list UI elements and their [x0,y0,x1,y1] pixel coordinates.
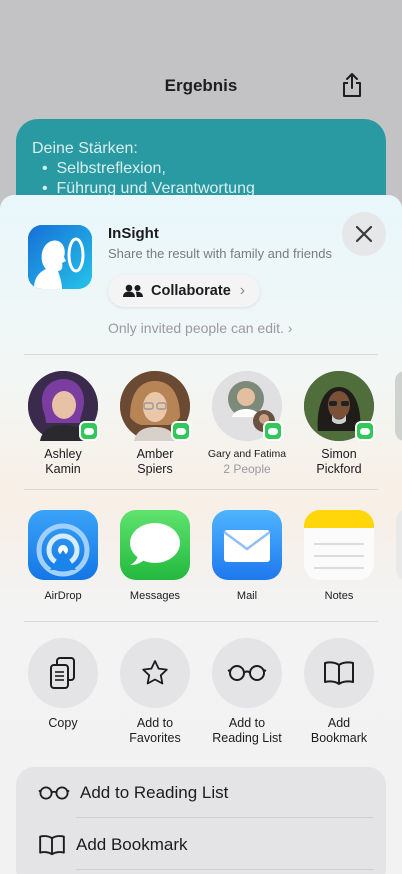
list-separator [76,817,374,818]
add-to-reading-list-button[interactable]: Add to Reading List [204,638,290,746]
divider [24,489,378,490]
messages-badge-icon [79,421,99,441]
share-sheet: InSight Share the result with family and… [0,195,402,874]
list-item-label: Add to Reading List [80,783,229,802]
share-mail[interactable]: Mail [207,510,287,602]
action-label: Add to Favorites [129,716,181,745]
close-button[interactable] [342,212,386,256]
collaborate-button[interactable]: Collaborate › [108,275,260,307]
card-item-text: Selbstreflexion, [56,160,166,177]
contact-name: Amber Spiers [136,447,174,476]
messages-icon [120,510,190,580]
contact-name: Ashley Kamin [44,447,82,476]
app-subtitle: Share the result with family and friends [108,246,332,261]
app-label: Mail [236,590,258,602]
people-icon [123,284,143,297]
contact-partial[interactable] [395,371,402,441]
share-messages[interactable]: Messages [115,510,195,602]
invite-note-text: Only invited people can edit. [108,320,284,336]
messages-badge-icon [171,421,191,441]
avatar [28,371,99,441]
list-item-label: Add Bookmark [76,835,188,854]
app-label: Messages [129,590,181,602]
add-to-favorites-button[interactable]: Add to Favorites [112,638,198,746]
app-label: Notes [324,590,354,602]
close-icon [355,225,373,243]
glasses-icon [38,786,70,800]
messages-badge-icon [263,421,283,441]
contact-amber-spiers[interactable]: Amber Spiers [115,371,195,477]
book-icon [304,638,374,708]
contact-simon-pickford[interactable]: Simon Pickford [299,371,379,477]
card-heading: Deine Stärken: [32,140,138,157]
action-list: Add to Reading List Add Bookmark [16,767,386,874]
action-label: Add to Reading List [212,716,282,745]
copy-icon [28,638,98,708]
airdrop-icon [28,510,98,580]
share-icon[interactable] [340,72,364,98]
app-name: InSight [108,225,159,242]
add-bookmark-button[interactable]: Add Bookmark [296,638,382,746]
messages-badge-icon [355,421,375,441]
divider [24,354,378,355]
avatar [120,371,191,441]
action-label: Copy [48,716,78,730]
glasses-icon [212,638,282,708]
contact-ashley-kamin[interactable]: Ashley Kamin [23,371,103,477]
app-icon [28,225,92,289]
copy-button[interactable]: Copy [20,638,106,731]
list-separator [76,869,374,870]
book-icon [39,835,65,856]
list-item-add-bookmark[interactable]: Add Bookmark [38,819,188,871]
divider [24,621,378,622]
list-item-add-to-reading-list[interactable]: Add to Reading List [38,767,228,819]
contact-subtitle: 2 People [223,462,271,476]
contact-name: Simon Pickford [316,447,362,476]
mail-icon [212,510,282,580]
chevron-right-icon: › [287,320,293,336]
contact-group-gary-fatima[interactable]: Gary and Fatima 2 People [207,371,287,477]
invite-note[interactable]: Only invited people can edit. › [108,320,292,336]
card-item: • Selbstreflexion, [42,160,166,177]
star-icon [120,638,190,708]
contact-name: Gary and Fatima [207,448,287,460]
avatar [304,371,375,441]
chevron-right-icon: › [239,282,246,299]
share-notes[interactable]: Notes [299,510,379,602]
action-label: Add Bookmark [310,716,368,745]
collaborate-label: Collaborate [151,283,231,299]
share-airdrop[interactable]: AirDrop [23,510,103,602]
avatar-group [212,371,283,441]
app-label: AirDrop [44,590,82,602]
notes-icon [304,510,374,580]
app-partial[interactable] [396,510,402,580]
